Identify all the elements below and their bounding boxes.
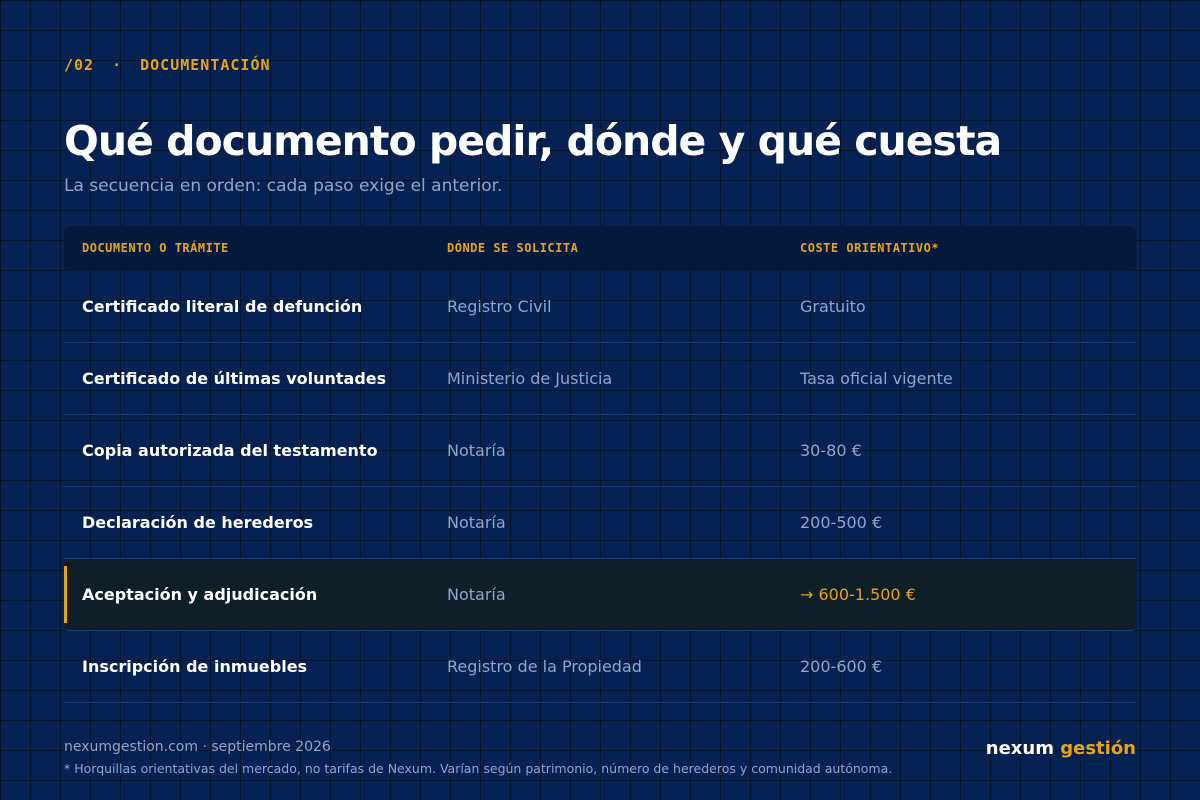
row-accent-bar (64, 566, 67, 623)
section-label: DOCUMENTACIÓN (140, 56, 271, 74)
header-where: DÓNDE SE SOLICITA (447, 241, 579, 255)
cell-document: Inscripción de inmuebles (82, 657, 308, 676)
table-body: Certificado literal de defunción Registr… (64, 271, 1136, 703)
cell-cost: Gratuito (800, 297, 866, 316)
cell-where: Ministerio de Justicia (447, 369, 613, 388)
cell-cost: → 600-1.500 € (800, 585, 916, 604)
cell-document: Declaración de herederos (82, 513, 314, 532)
cell-where: Notaría (447, 585, 506, 604)
slide: /02 · DOCUMENTACIÓN Qué documento pedir, d… (64, 0, 1136, 800)
header-cost: COSTE ORIENTATIVO* (800, 241, 940, 255)
cell-document: Aceptación y adjudicación (82, 585, 318, 604)
documents-table: DOCUMENTO O TRÁMITE DÓNDE SE SOLICITA CO… (64, 226, 1136, 703)
cell-cost: Tasa oficial vigente (800, 369, 953, 388)
cell-document: Copia autorizada del testamento (82, 441, 378, 460)
cell-where: Registro de la Propiedad (447, 657, 642, 676)
cell-cost: 200-500 € (800, 513, 883, 532)
page-title: Qué documento pedir, dónde y qué cuesta (64, 117, 1002, 165)
footer-site: nexumgestion.com · septiembre 2026 (64, 739, 331, 755)
eyebrow-separator: · (112, 56, 123, 74)
cell-cost: 200-600 € (800, 657, 883, 676)
cell-document: Certificado literal de defunción (82, 297, 363, 316)
table-row: Declaración de herederos Notaría 200-500… (64, 487, 1136, 559)
brand-name-part2: gestión (1060, 738, 1136, 759)
cell-where: Notaría (447, 441, 506, 460)
table-row: Certificado literal de defunción Registr… (64, 271, 1136, 343)
section-number: /02 (64, 56, 95, 74)
footer-footnote: * Horquillas orientativas del mercado, n… (64, 761, 893, 776)
table-header: DOCUMENTO O TRÁMITE DÓNDE SE SOLICITA CO… (64, 226, 1136, 271)
cell-document: Certificado de últimas voluntades (82, 369, 387, 388)
cell-cost: 30-80 € (800, 441, 862, 460)
cell-where: Registro Civil (447, 297, 552, 316)
header-document: DOCUMENTO O TRÁMITE (82, 241, 229, 255)
table-row: Copia autorizada del testamento Notaría … (64, 415, 1136, 487)
brand-name-part1: nexum (985, 738, 1054, 759)
table-row-highlighted: Aceptación y adjudicación Notaría → 600-… (64, 559, 1136, 631)
section-eyebrow: /02 · DOCUMENTACIÓN (64, 56, 271, 74)
page-subtitle: La secuencia en orden: cada paso exige e… (64, 176, 503, 196)
cell-where: Notaría (447, 513, 506, 532)
table-row: Inscripción de inmuebles Registro de la … (64, 631, 1136, 703)
table-row: Certificado de últimas voluntades Minist… (64, 343, 1136, 415)
brand-logo: nexum gestión (986, 738, 1136, 759)
